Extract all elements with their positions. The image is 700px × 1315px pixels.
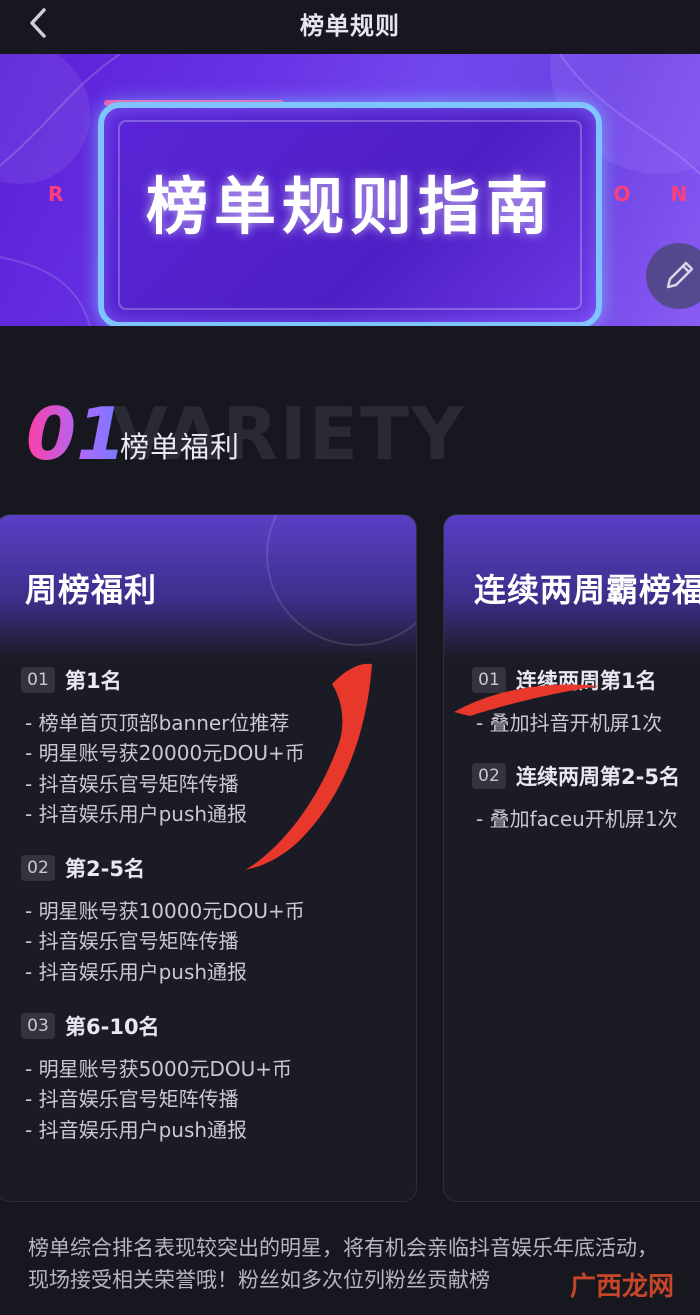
weekly-benefits-card: 周榜福利 01 第1名 - 榜单首页顶部banner位推荐 - 明星账号获200… xyxy=(0,514,417,1202)
benefit-item: - 叠加faceu开机屏1次 xyxy=(476,807,678,831)
rank-label: 第6-10名 xyxy=(65,1015,160,1039)
banner-title-frame: 榜单规则指南 xyxy=(98,102,602,326)
banner: RUL ION 榜单规则指南 xyxy=(0,54,700,326)
benefit-item: - 明星账号获20000元DOU+币 xyxy=(25,741,305,765)
page-title: 榜单规则 xyxy=(300,12,400,40)
benefit-item: - 抖音娱乐官号矩阵传播 xyxy=(25,1087,239,1111)
benefit-item: - 抖音娱乐用户push通报 xyxy=(25,960,248,984)
rank-badge: 03 xyxy=(21,1013,55,1039)
rank-label: 第1名 xyxy=(65,669,122,693)
rank-group-1: 01 第1名 xyxy=(21,665,122,695)
benefit-item: - 明星账号获5000元DOU+币 xyxy=(25,1057,293,1081)
section-title: 榜单福利 xyxy=(120,430,241,464)
rank-badge: 01 xyxy=(21,667,55,693)
benefit-item: - 抖音娱乐用户push通报 xyxy=(25,802,248,826)
banner-title: 榜单规则指南 xyxy=(145,170,554,243)
watermark-logo: 广西龙网 xyxy=(570,1272,675,1302)
rank-badge: 01 xyxy=(472,667,506,693)
consecutive-weeks-card: 连续两周霸榜福 01 连续两周第1名 - 叠加抖音开机屏1次 02 连续两周第2… xyxy=(443,514,700,1202)
rank-badge: 02 xyxy=(472,763,506,789)
card-title: 周榜福利 xyxy=(25,571,158,609)
rank-group-2: 02 第2-5名 xyxy=(21,853,145,883)
benefit-item: - 榜单首页顶部banner位推荐 xyxy=(25,711,290,735)
benefit-item: - 抖音娱乐官号矩阵传播 xyxy=(25,772,239,796)
top-bar: 榜单规则 xyxy=(0,0,700,52)
edit-pencil-button[interactable] xyxy=(646,243,700,309)
benefit-item: - 叠加抖音开机屏1次 xyxy=(476,711,663,735)
benefit-item: - 抖音娱乐官号矩阵传播 xyxy=(25,929,239,953)
rank-badge: 02 xyxy=(21,855,55,881)
card-title: 连续两周霸榜福 xyxy=(474,571,700,609)
rank-label: 连续两周第1名 xyxy=(516,669,657,693)
rank-group-2: 02 连续两周第2-5名 xyxy=(472,761,680,791)
benefit-item: - 明星账号获10000元DOU+币 xyxy=(25,899,305,923)
rank-group-3: 03 第6-10名 xyxy=(21,1011,160,1041)
section-number: 01 xyxy=(26,392,127,476)
rank-label: 第2-5名 xyxy=(65,857,145,881)
benefit-item: - 抖音娱乐用户push通报 xyxy=(25,1118,248,1142)
rank-label: 连续两周第2-5名 xyxy=(516,765,680,789)
pencil-icon xyxy=(666,261,694,289)
rank-group-1: 01 连续两周第1名 xyxy=(472,665,657,695)
